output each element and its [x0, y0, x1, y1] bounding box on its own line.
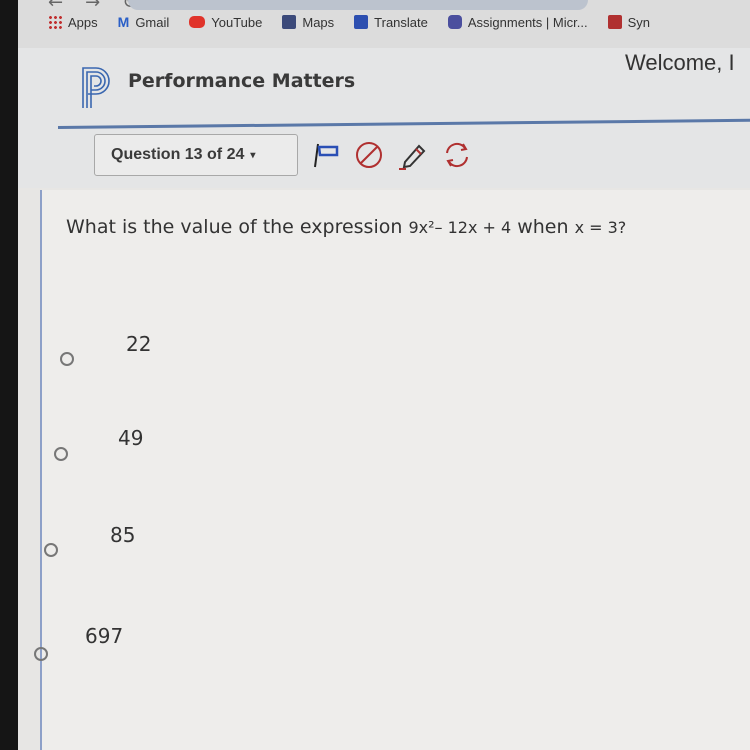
question-selector[interactable]: Question 13 of 24 ▾ — [94, 134, 298, 176]
bookmark-assignments[interactable]: Assignments | Micr... — [447, 14, 588, 30]
back-icon[interactable]: ← — [48, 0, 63, 13]
screen: ← → ↻ Apps M Gmail YouTube Maps — [0, 0, 750, 750]
chevron-down-icon: ▾ — [250, 149, 256, 161]
welcome-text: Welcome, I — [625, 50, 735, 75]
bookmark-label: YouTube — [211, 14, 263, 30]
refresh-icon — [446, 142, 468, 168]
answer-option[interactable] — [60, 352, 74, 366]
header-divider — [57, 118, 750, 129]
bookmark-label: Syn — [627, 14, 650, 30]
bookmark-apps[interactable]: Apps — [48, 15, 98, 30]
bookmark-youtube[interactable]: YouTube — [189, 15, 262, 30]
radio-button[interactable] — [34, 647, 48, 661]
browser-chrome: ← → ↻ Apps M Gmail YouTube Maps — [18, 0, 750, 49]
nav-controls: ← → ↻ — [48, 0, 137, 13]
question-condition: x = 3? — [574, 218, 627, 237]
app-header: Performance Matters Welcome, I Question … — [18, 48, 750, 188]
answer-option-label[interactable]: 22 — [126, 332, 151, 356]
bookmark-label: Maps — [302, 14, 335, 30]
question-middle: when — [511, 216, 575, 238]
question-panel: What is the value of the expression 9x²–… — [34, 190, 750, 750]
translate-icon — [354, 15, 369, 29]
bookmark-maps[interactable]: Maps — [282, 15, 334, 30]
answer-option[interactable] — [34, 647, 48, 661]
bookmark-gmail[interactable]: M Gmail — [118, 14, 170, 30]
bookmark-syn[interactable]: Syn — [607, 14, 650, 30]
question-text: What is the value of the expression 9x²–… — [66, 216, 626, 238]
answer-option-label[interactable]: 85 — [110, 523, 135, 547]
question-tools — [308, 140, 474, 170]
radio-button[interactable] — [60, 352, 74, 366]
maps-icon — [282, 15, 297, 29]
highlighter-button[interactable] — [396, 140, 430, 170]
screen-bezel — [0, 0, 18, 750]
eliminate-button[interactable] — [352, 140, 386, 170]
address-bar[interactable] — [128, 0, 588, 10]
teams-icon — [447, 15, 462, 29]
radio-button[interactable] — [44, 543, 58, 557]
apps-grid-icon — [48, 15, 62, 29]
bookmark-translate[interactable]: Translate — [354, 15, 428, 30]
forward-icon[interactable]: → — [85, 0, 100, 13]
answer-option[interactable] — [44, 543, 58, 557]
bookmark-label: Translate — [374, 14, 428, 30]
no-entry-icon — [356, 142, 382, 168]
performance-matters-logo-icon — [82, 67, 110, 108]
question-selector-label: Question 13 of 24 — [111, 146, 245, 163]
bookmark-icon — [607, 15, 622, 29]
question-expression: 9x²– 12x + 4 — [408, 218, 512, 237]
answer-option-label[interactable]: 697 — [85, 624, 123, 648]
reset-button[interactable] — [440, 140, 474, 170]
pencil-icon — [399, 144, 426, 170]
bookmark-label: Assignments | Micr... — [467, 14, 588, 30]
bookmark-label: Apps — [68, 14, 98, 30]
flag-button[interactable] — [308, 140, 342, 170]
question-prefix: What is the value of the expression — [66, 216, 409, 238]
radio-button[interactable] — [54, 447, 68, 461]
gmail-icon: M — [117, 14, 130, 30]
answer-option-label[interactable]: 49 — [118, 426, 143, 450]
answer-option[interactable] — [54, 447, 68, 461]
brand-title: Performance Matters — [128, 70, 356, 92]
flag-icon — [314, 143, 339, 168]
youtube-icon — [189, 16, 206, 28]
bookmark-label: Gmail — [135, 14, 170, 30]
bookmarks-bar: Apps M Gmail YouTube Maps Translate Assi… — [48, 14, 650, 30]
